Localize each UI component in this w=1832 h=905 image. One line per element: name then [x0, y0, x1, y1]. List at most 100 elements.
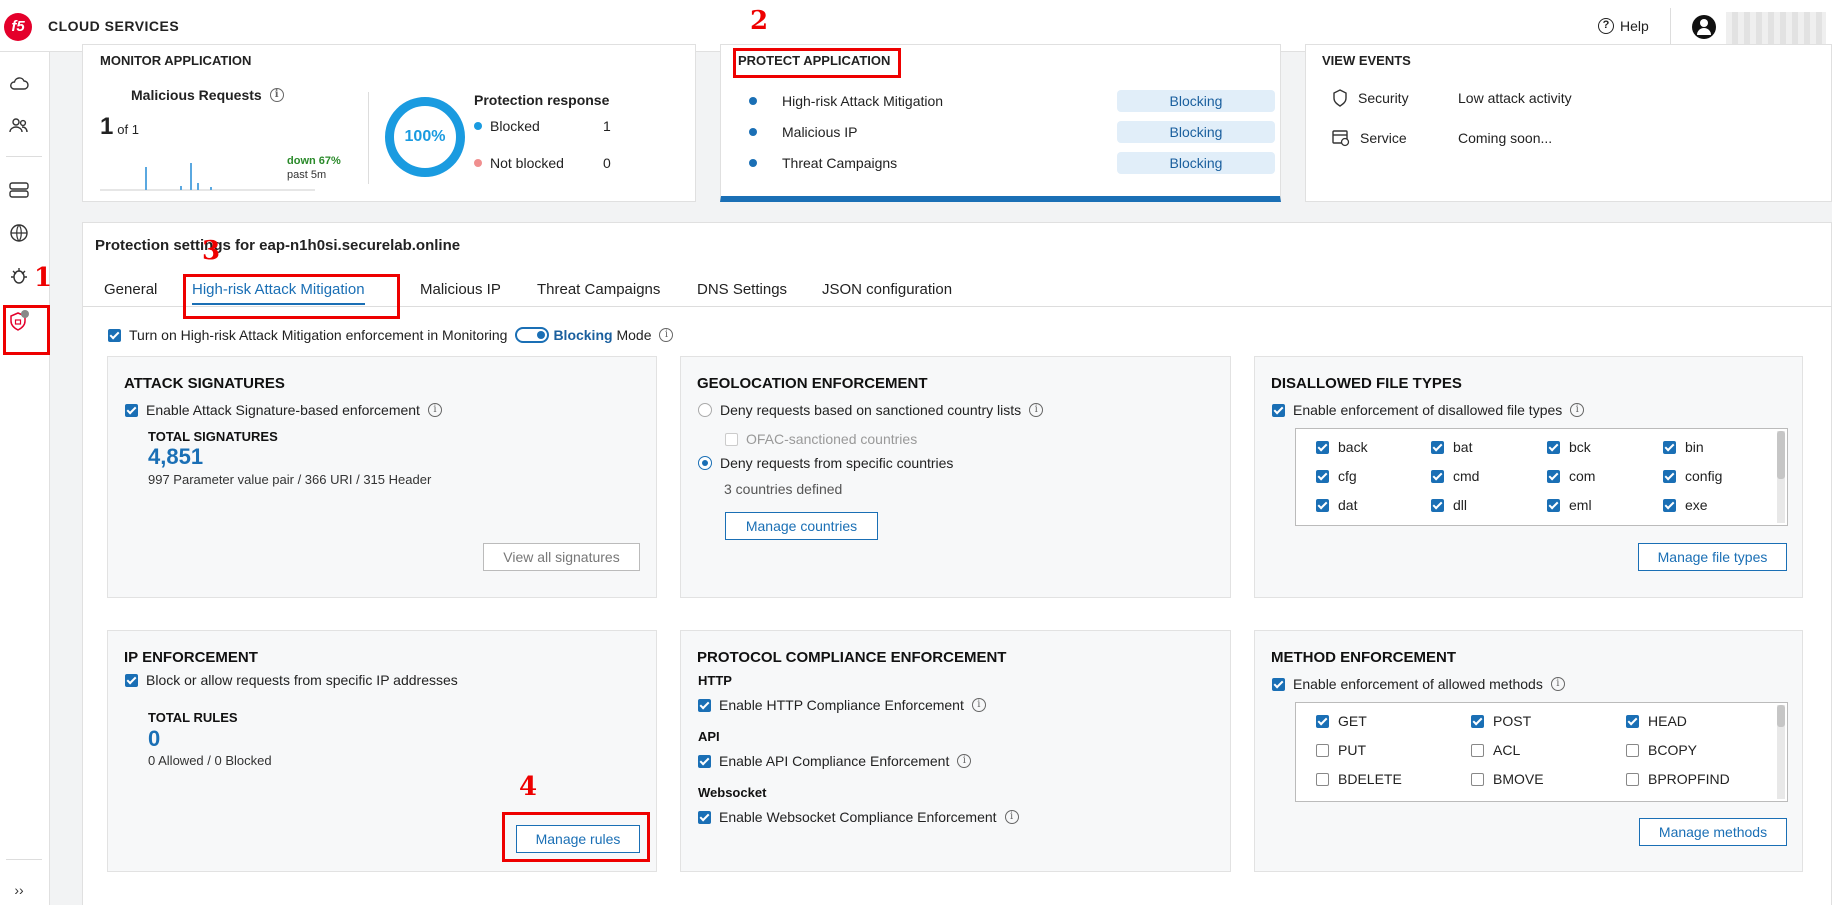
- mode-blocking-label: Blocking: [553, 327, 613, 343]
- list-item[interactable]: ACL: [1471, 742, 1520, 758]
- tab-json-configuration[interactable]: JSON configuration: [822, 281, 952, 298]
- total-rules-value: 0: [148, 726, 161, 751]
- item-checkbox[interactable]: [1626, 714, 1639, 728]
- list-item[interactable]: cmd: [1431, 468, 1479, 484]
- item-checkbox[interactable]: [1316, 714, 1329, 728]
- tab-threat-campaigns[interactable]: Threat Campaigns: [537, 281, 660, 298]
- info-icon[interactable]: i: [1029, 403, 1044, 417]
- http-checkbox[interactable]: [698, 698, 711, 712]
- list-item[interactable]: back: [1316, 439, 1368, 455]
- http-label: Enable HTTP Compliance Enforcement: [719, 697, 964, 713]
- list-item[interactable]: bat: [1431, 439, 1472, 455]
- item-label: bin: [1685, 439, 1704, 455]
- methods-enable-row: Enable enforcement of allowed methods i: [1272, 676, 1565, 692]
- list-item[interactable]: eml: [1547, 497, 1592, 513]
- list-item[interactable]: HEAD: [1626, 713, 1687, 729]
- item-checkbox[interactable]: [1431, 498, 1444, 512]
- tab-general[interactable]: General: [104, 281, 157, 298]
- sanctioned-radio[interactable]: [698, 403, 712, 417]
- list-item[interactable]: GET: [1316, 713, 1367, 729]
- item-checkbox[interactable]: [1626, 743, 1639, 757]
- events-title: VIEW EVENTS: [1322, 53, 1411, 68]
- item-checkbox[interactable]: [1547, 469, 1560, 483]
- expand-icon[interactable]: ››: [8, 879, 30, 901]
- view-all-signatures-button[interactable]: View all signatures: [483, 543, 640, 571]
- methods-checkbox[interactable]: [1272, 677, 1285, 691]
- events-service-row[interactable]: Service Coming soon...: [1332, 129, 1552, 147]
- ofac-checkbox[interactable]: [725, 432, 738, 446]
- item-checkbox[interactable]: [1316, 440, 1329, 454]
- methods-list[interactable]: GET POST HEAD PUT ACL BCOPY BDELETE BMOV…: [1295, 702, 1788, 802]
- item-checkbox[interactable]: [1663, 440, 1676, 454]
- user-name-redacted[interactable]: [1726, 12, 1826, 44]
- item-checkbox[interactable]: [1431, 469, 1444, 483]
- info-icon[interactable]: i: [971, 698, 986, 712]
- mode-checkbox[interactable]: [108, 328, 121, 342]
- list-item[interactable]: BCOPY: [1626, 742, 1697, 758]
- events-security-row[interactable]: Security Low attack activity: [1332, 89, 1572, 107]
- item-checkbox[interactable]: [1663, 469, 1676, 483]
- item-checkbox[interactable]: [1663, 498, 1676, 512]
- status-badge: Blocking: [1117, 152, 1275, 174]
- scrollbar[interactable]: [1777, 705, 1785, 799]
- help-link[interactable]: ? Help: [1598, 18, 1649, 34]
- item-checkbox[interactable]: [1316, 469, 1329, 483]
- ip-checkbox[interactable]: [125, 673, 138, 687]
- item-checkbox[interactable]: [1626, 772, 1639, 786]
- server-icon[interactable]: [8, 179, 30, 201]
- info-icon[interactable]: i: [1570, 403, 1585, 417]
- list-item[interactable]: dll: [1431, 497, 1467, 513]
- item-checkbox[interactable]: [1547, 498, 1560, 512]
- list-item[interactable]: cfg: [1316, 468, 1357, 484]
- file-types-title: DISALLOWED FILE TYPES: [1271, 375, 1462, 392]
- info-icon[interactable]: i: [1550, 677, 1565, 691]
- users-icon[interactable]: [8, 114, 30, 136]
- item-checkbox[interactable]: [1471, 743, 1484, 757]
- list-item[interactable]: BDELETE: [1316, 771, 1402, 787]
- cloud-icon[interactable]: [8, 72, 30, 94]
- list-item[interactable]: POST: [1471, 713, 1531, 729]
- item-checkbox[interactable]: [1471, 714, 1484, 728]
- item-checkbox[interactable]: [1316, 772, 1329, 786]
- list-item[interactable]: PUT: [1316, 742, 1366, 758]
- item-checkbox[interactable]: [1547, 440, 1560, 454]
- list-item[interactable]: bin: [1663, 439, 1704, 455]
- list-item[interactable]: bck: [1547, 439, 1591, 455]
- info-icon[interactable]: i: [659, 328, 674, 342]
- tab-malicious-ip[interactable]: Malicious IP: [420, 281, 501, 298]
- list-item[interactable]: exe: [1663, 497, 1708, 513]
- websocket-checkbox[interactable]: [698, 810, 711, 824]
- manage-methods-button[interactable]: Manage methods: [1639, 818, 1787, 846]
- info-icon[interactable]: i: [1004, 810, 1019, 824]
- manage-countries-button[interactable]: Manage countries: [725, 512, 878, 540]
- tab-dns-settings[interactable]: DNS Settings: [697, 281, 787, 298]
- file-types-checkbox[interactable]: [1272, 403, 1285, 417]
- user-avatar-icon[interactable]: [1692, 15, 1716, 39]
- scrollbar-thumb[interactable]: [1777, 705, 1785, 727]
- globe-icon[interactable]: [8, 222, 30, 244]
- list-item[interactable]: com: [1547, 468, 1595, 484]
- bug-icon[interactable]: [8, 265, 30, 287]
- list-item[interactable]: BPROPFIND: [1626, 771, 1730, 787]
- info-icon[interactable]: i: [957, 754, 972, 768]
- manage-file-types-button[interactable]: Manage file types: [1638, 543, 1787, 571]
- blocked-label: Blocked: [490, 118, 540, 134]
- info-icon[interactable]: i: [269, 88, 284, 102]
- item-checkbox[interactable]: [1316, 743, 1329, 757]
- item-checkbox[interactable]: [1471, 772, 1484, 786]
- list-item[interactable]: config: [1663, 468, 1722, 484]
- attack-sig-checkbox[interactable]: [125, 403, 138, 417]
- scrollbar[interactable]: [1777, 431, 1785, 523]
- file-types-list[interactable]: back bat bck bin cfg cmd com config dat …: [1295, 428, 1788, 526]
- info-icon[interactable]: i: [427, 403, 442, 417]
- item-checkbox[interactable]: [1316, 498, 1329, 512]
- status-dot: [749, 159, 757, 167]
- specific-countries-radio[interactable]: [698, 456, 712, 470]
- scrollbar-thumb[interactable]: [1777, 431, 1785, 479]
- api-checkbox[interactable]: [698, 754, 711, 768]
- list-item[interactable]: dat: [1316, 497, 1357, 513]
- list-item[interactable]: BMOVE: [1471, 771, 1544, 787]
- f5-logo[interactable]: f5: [4, 13, 32, 41]
- mode-toggle[interactable]: [515, 327, 550, 343]
- item-checkbox[interactable]: [1431, 440, 1444, 454]
